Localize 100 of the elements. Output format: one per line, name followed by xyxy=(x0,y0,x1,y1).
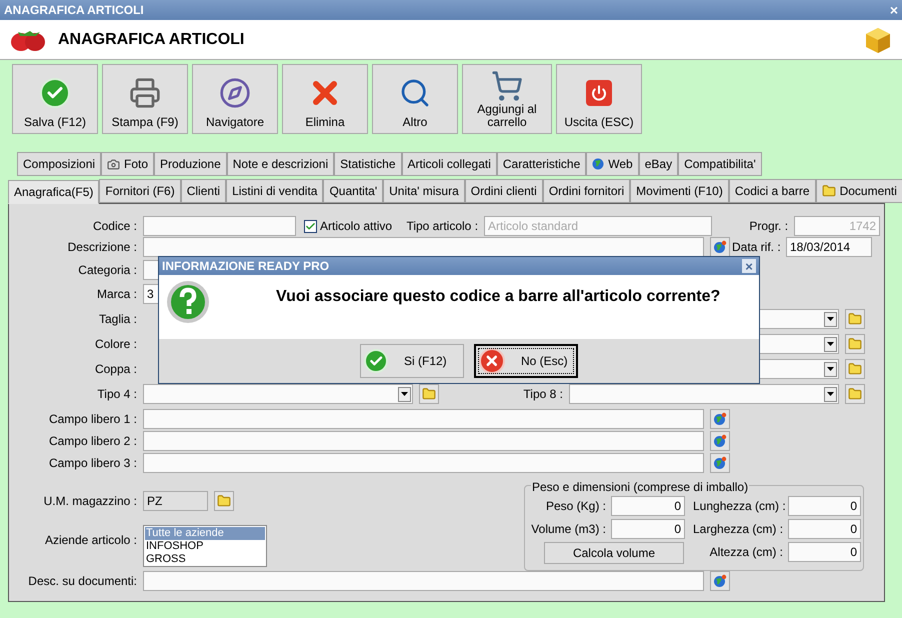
tab[interactable]: Anagrafica(F5) xyxy=(8,180,100,204)
dialog-button[interactable]: Si (F12) xyxy=(360,344,464,378)
field-label: Coppa : xyxy=(94,361,137,378)
field-label: Altezza (cm) : xyxy=(708,544,783,561)
text-field[interactable] xyxy=(143,431,704,451)
compass-icon xyxy=(219,76,251,108)
field-label: Data rif. : xyxy=(732,239,780,256)
dialog-button[interactable]: No (Esc) xyxy=(474,344,578,378)
tab[interactable]: Quantita' xyxy=(323,179,384,203)
field-label: Peso (Kg) : xyxy=(544,498,606,515)
tab[interactable]: Clienti xyxy=(180,179,226,203)
tab[interactable]: Articoli collegati xyxy=(402,152,497,176)
web-button[interactable] xyxy=(710,409,730,429)
text-field[interactable] xyxy=(143,409,704,429)
dropdown-field[interactable] xyxy=(143,384,413,404)
tab[interactable]: Statistiche xyxy=(334,152,402,176)
folder-button[interactable] xyxy=(845,359,865,379)
cross-icon xyxy=(479,348,505,374)
help-icon xyxy=(165,279,211,325)
toolbar-button[interactable]: Uscita (ESC) xyxy=(556,64,642,134)
field-label: Volume (m3) : xyxy=(531,521,606,538)
field-label: Campo libero 3 : xyxy=(48,455,137,472)
company-list[interactable]: Tutte le aziende INFOSHOP GROSS xyxy=(143,525,267,567)
dialog-message: Vuoi associare questo codice a barre all'articolo corrente? xyxy=(276,287,720,307)
tab[interactable]: Note e descrizioni xyxy=(226,152,334,176)
text-field[interactable]: 0 xyxy=(611,519,685,539)
toolbar-button[interactable]: Navigatore xyxy=(192,64,278,134)
tab[interactable]: Documenti xyxy=(816,179,902,203)
field-label: Tipo articolo : xyxy=(405,218,478,235)
globe-icon xyxy=(713,574,727,588)
text-field[interactable]: 0 xyxy=(788,519,861,539)
field-label: Larghezza (cm) : xyxy=(693,521,783,538)
dropdown-field[interactable] xyxy=(569,384,839,404)
tab[interactable]: Movimenti (F10) xyxy=(630,179,729,203)
tab[interactable]: Caratteristiche xyxy=(496,152,586,176)
check-icon xyxy=(364,349,388,373)
text-field[interactable] xyxy=(143,237,704,257)
tab[interactable]: Listini di vendita xyxy=(226,179,324,203)
folder-button[interactable] xyxy=(845,384,865,404)
toolbar-button[interactable]: Stampa (F9) xyxy=(102,64,188,134)
checkbox[interactable] xyxy=(304,220,317,232)
folder-icon xyxy=(848,362,862,376)
text-field[interactable]: 0 xyxy=(788,496,861,516)
web-button[interactable] xyxy=(710,453,730,473)
text-field[interactable]: PZ xyxy=(143,491,208,511)
folder-button[interactable] xyxy=(214,491,234,511)
tab[interactable]: Web xyxy=(586,152,639,176)
text-field[interactable] xyxy=(143,453,704,473)
field-label: Campo libero 2 : xyxy=(48,433,137,450)
tab[interactable]: Composizioni xyxy=(17,152,102,176)
field-label: U.M. magazzino : xyxy=(42,493,137,510)
toolbar-button[interactable]: Elimina xyxy=(282,64,368,134)
check-icon xyxy=(40,78,70,108)
tab[interactable]: Codici a barre xyxy=(728,179,816,203)
folder-button[interactable] xyxy=(845,309,865,329)
field-label: Lunghezza (cm) : xyxy=(693,498,783,515)
field-label: Colore : xyxy=(94,336,137,353)
page-title: ANAGRAFICA ARTICOLI xyxy=(58,30,244,50)
camera-icon xyxy=(107,158,120,170)
text-field[interactable]: 18/03/2014 xyxy=(786,237,872,257)
web-button[interactable] xyxy=(710,571,730,591)
toolbar-button[interactable]: Salva (F12) xyxy=(12,64,98,134)
field-label: Progr. : xyxy=(748,218,788,235)
tab[interactable]: Ordini fornitori xyxy=(542,179,630,203)
window-title: ANAGRAFICA ARTICOLI xyxy=(4,2,144,19)
globe-icon xyxy=(713,434,727,448)
cube-icon xyxy=(864,26,892,54)
tab[interactable]: Compatibilita' xyxy=(678,152,762,176)
text-field[interactable]: 0 xyxy=(788,542,861,562)
web-button[interactable] xyxy=(710,237,730,257)
printer-icon xyxy=(129,76,161,108)
close-button[interactable]: × xyxy=(742,259,756,273)
folder-button[interactable] xyxy=(419,384,439,404)
list-item[interactable]: GROSS xyxy=(145,553,265,566)
folder-icon xyxy=(848,337,862,351)
tab[interactable]: Produzione xyxy=(154,152,227,176)
tab[interactable]: Fornitori (F6) xyxy=(99,179,181,203)
folder-icon xyxy=(848,312,862,326)
tab[interactable]: Ordini clienti xyxy=(464,179,543,203)
toolbar-button[interactable]: Aggiungi al carrello xyxy=(462,64,552,134)
globe-icon xyxy=(713,456,727,470)
tab[interactable]: Foto xyxy=(101,152,154,176)
calculate-volume-button[interactable]: Calcola volume xyxy=(544,542,684,564)
web-button[interactable] xyxy=(710,431,730,451)
folder-icon xyxy=(217,494,231,508)
field-label: Descrizione : xyxy=(66,239,137,256)
folder-button[interactable] xyxy=(845,334,865,354)
text-field[interactable] xyxy=(143,216,296,236)
tab[interactable]: eBay xyxy=(638,152,678,176)
text-field[interactable]: 0 xyxy=(611,496,685,516)
checkbox-label: Articolo attivo xyxy=(320,218,392,235)
field-label: Tipo 4 : xyxy=(96,386,137,403)
field-label: Marca : xyxy=(96,286,137,303)
text-field[interactable] xyxy=(143,571,704,591)
globe-icon xyxy=(713,412,727,426)
field-label: Tipo 8 : xyxy=(522,386,563,403)
list-item[interactable]: INFOSHOP xyxy=(145,540,265,553)
folder-icon xyxy=(822,184,836,198)
toolbar-button[interactable]: Altro xyxy=(372,64,458,134)
tab[interactable]: Unita' misura xyxy=(383,179,465,203)
